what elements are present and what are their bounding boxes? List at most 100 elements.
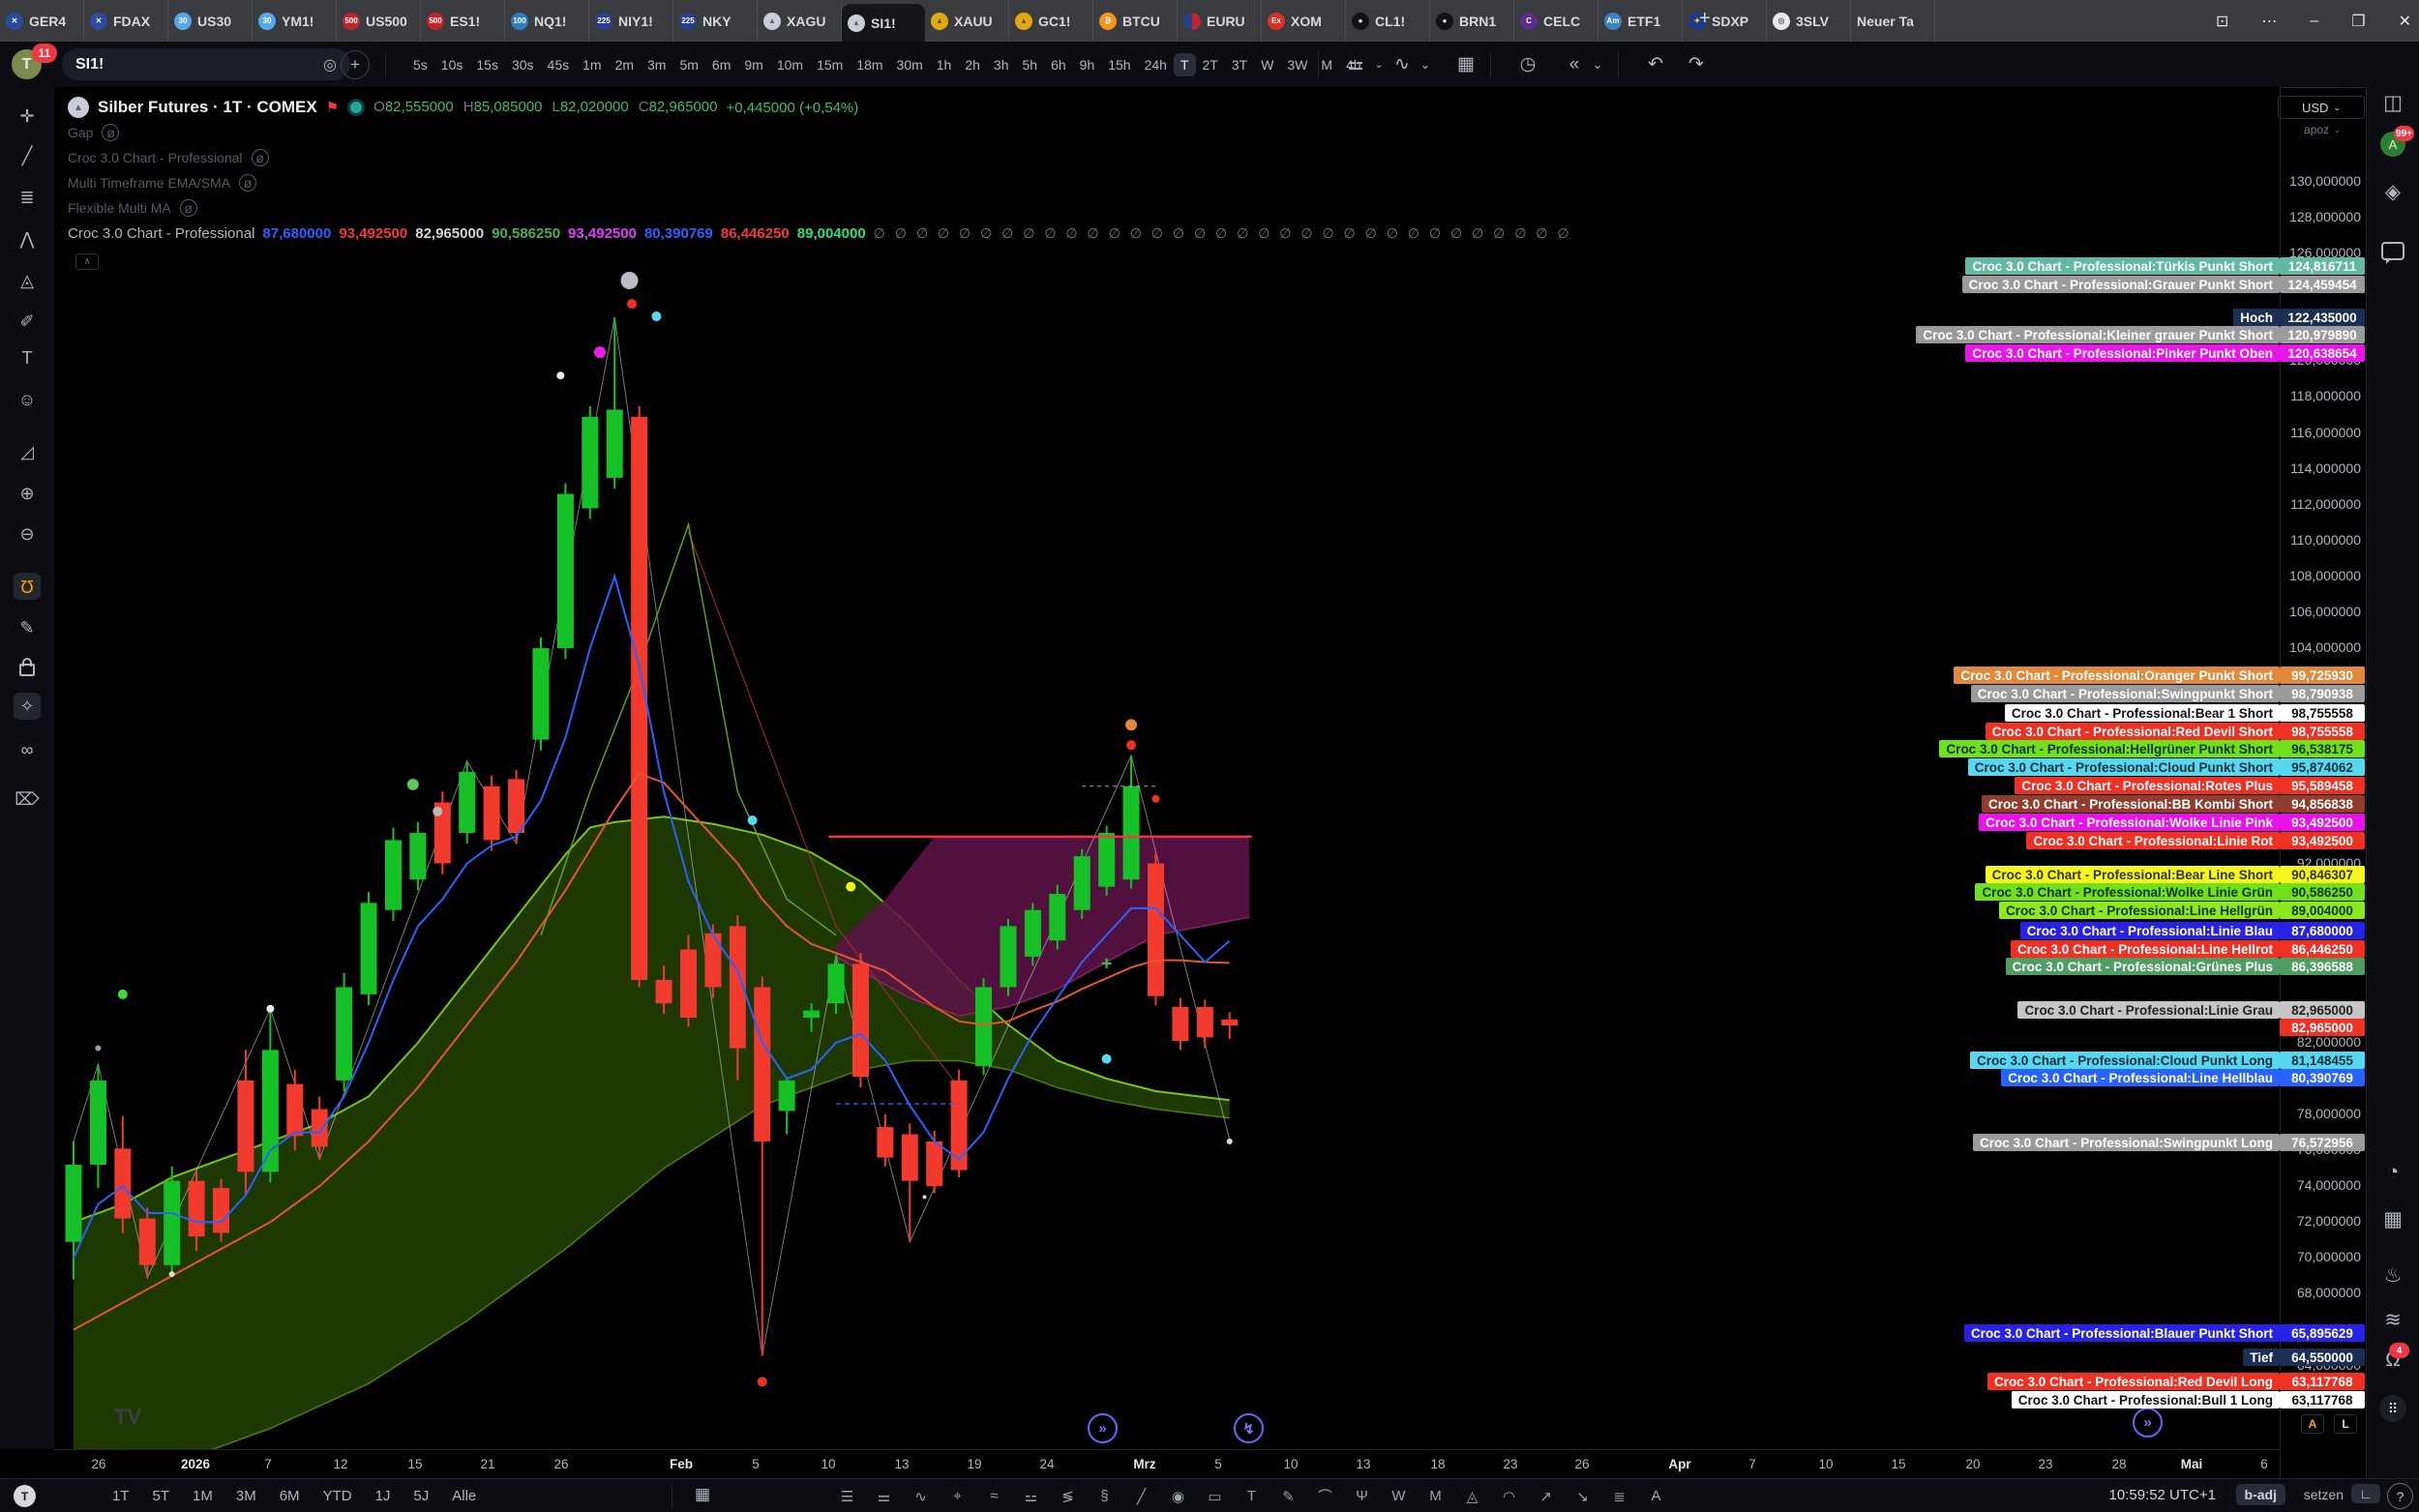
interval-30m[interactable]: 30m — [890, 53, 930, 76]
interval-9h[interactable]: 9h — [1073, 53, 1102, 76]
favorite-tool-icon[interactable]: W — [1389, 1488, 1409, 1504]
range-5j[interactable]: 5J — [402, 1484, 440, 1508]
more-icon[interactable]: ⋯ — [2261, 12, 2277, 31]
fib-tool-icon[interactable]: ≣ — [14, 184, 41, 211]
replay-icon[interactable]: « — [1558, 48, 1591, 80]
close-icon[interactable]: ✕ — [2399, 12, 2411, 31]
range-1m[interactable]: 1M — [181, 1484, 224, 1508]
magic-tool-icon[interactable]: ✧ — [14, 693, 41, 720]
apps-grid-icon[interactable]: ⠿ — [2379, 1395, 2406, 1422]
chart-canvas[interactable]: + — [54, 87, 2280, 1449]
browser-tab[interactable]: AmETF1 — [1598, 0, 1683, 42]
indicator-values-row[interactable]: Croc 3.0 Chart - Professional87,68000093… — [68, 221, 1572, 246]
favorite-tool-icon[interactable]: ↘ — [1572, 1488, 1593, 1505]
tv-logo-button[interactable]: T — [14, 1485, 36, 1507]
favorite-tool-icon[interactable]: ◉ — [1168, 1488, 1188, 1505]
interval-3m[interactable]: 3m — [641, 53, 672, 76]
browser-tab[interactable]: 100NQ1! — [505, 0, 589, 42]
browser-tab[interactable]: ₿BTCU — [1093, 0, 1178, 42]
layers-icon[interactable]: ◈ — [2385, 180, 2401, 204]
favorite-tool-icon[interactable]: T — [1241, 1488, 1262, 1504]
interval-24h[interactable]: 24h — [1138, 53, 1174, 76]
favorite-tool-icon[interactable]: ◬ — [1462, 1488, 1482, 1505]
undo-icon[interactable]: ↶ — [1639, 48, 1672, 80]
browser-tab[interactable]: ▲XAGU — [758, 0, 842, 42]
candles-type-icon[interactable]: ⚍ — [1339, 48, 1372, 80]
favorite-tool-icon[interactable]: ◠ — [1499, 1488, 1519, 1505]
interval-15s[interactable]: 15s — [469, 53, 505, 76]
favorite-tool-icon[interactable]: ☰ — [837, 1488, 857, 1505]
favorite-tool-icon[interactable]: ⌒ — [1315, 1486, 1335, 1506]
replay-caret-icon[interactable]: ⌄ — [1589, 48, 1606, 80]
favorite-tool-icon[interactable]: ✎ — [1278, 1488, 1299, 1505]
legend-collapse-button[interactable]: ∧ — [75, 253, 99, 270]
time-axis[interactable]: 262026712152126Feb510131924Mrz5101318232… — [54, 1449, 2280, 1479]
favorite-tool-icon[interactable]: § — [1094, 1488, 1115, 1504]
gauge-icon[interactable]: ◔ — [2387, 1161, 2400, 1184]
indicator-row[interactable]: Multi Timeframe EMA/SMAø — [68, 170, 1572, 195]
hidden-eye-icon[interactable]: ø — [252, 149, 269, 166]
trash-tool-icon[interactable]: ⌦ — [14, 786, 41, 813]
interval-t[interactable]: T — [1174, 53, 1196, 76]
favorite-tool-icon[interactable]: ↗ — [1536, 1488, 1556, 1505]
unit-dropdown[interactable]: apoz⌄ — [2280, 121, 2365, 138]
favorite-tool-icon[interactable]: ∿ — [911, 1488, 931, 1505]
interval-2t[interactable]: 2T — [1196, 53, 1225, 76]
browser-tab[interactable]: ExXOM — [1262, 0, 1346, 42]
hotlist-icon[interactable]: ♨ — [2384, 1263, 2403, 1288]
interval-18m[interactable]: 18m — [850, 53, 889, 76]
trendline-tool-icon[interactable]: ╱ — [14, 142, 41, 169]
zoom-out-tool-icon[interactable]: ⊖ — [14, 520, 41, 548]
scale-mode-button[interactable]: ∟ — [2351, 1484, 2380, 1503]
symbol-search[interactable]: SI1! ◎ — [62, 48, 350, 80]
interval-15h[interactable]: 15h — [1101, 53, 1137, 76]
ruler-tool-icon[interactable]: ◿ — [14, 438, 41, 465]
range-alle[interactable]: Alle — [440, 1484, 488, 1508]
add-symbol-button[interactable]: + — [341, 50, 370, 79]
indicators-caret-icon[interactable]: ⌄ — [1417, 48, 1434, 80]
range-1t[interactable]: 1T — [101, 1484, 141, 1508]
favorite-tool-icon[interactable]: ≈ — [984, 1488, 1004, 1504]
zoom-in-tool-icon[interactable]: ⊕ — [14, 480, 41, 507]
browser-tab[interactable]: 500US500 — [337, 0, 421, 42]
goto-date-icon[interactable]: ▦ — [695, 1485, 710, 1504]
interval-10m[interactable]: 10m — [770, 53, 810, 76]
browser-tab[interactable]: ✦SDXP — [1683, 0, 1767, 42]
emoji-tool-icon[interactable]: ☺ — [14, 386, 41, 413]
browser-tab[interactable]: ●CL1! — [1346, 0, 1430, 42]
hidden-eye-icon[interactable]: ø — [239, 174, 256, 192]
indicator-row[interactable]: Gapø — [68, 120, 1572, 145]
favorite-tool-icon[interactable]: ≣ — [1609, 1488, 1629, 1505]
draw-tool-icon[interactable]: ✎ — [14, 614, 41, 641]
calendar-icon[interactable]: ▦ — [2383, 1207, 2403, 1231]
interval-1m[interactable]: 1m — [576, 53, 608, 76]
favorite-tool-icon[interactable]: ▭ — [1205, 1488, 1225, 1505]
interval-3t[interactable]: 3T — [1225, 53, 1254, 76]
indicator-row[interactable]: Flexible Multi MAø — [68, 195, 1572, 221]
clock[interactable]: 10:59:52 UTC+1 — [2109, 1487, 2217, 1503]
interval-2h[interactable]: 2h — [958, 53, 987, 76]
scale-button-l[interactable]: L — [2334, 1414, 2357, 1434]
interval-5m[interactable]: 5m — [672, 53, 704, 76]
new-tab-button[interactable]: + — [1699, 8, 1711, 30]
indicator-row[interactable]: Croc 3.0 Chart - Professionalø — [68, 145, 1572, 170]
currency-dropdown[interactable]: USD⌄ — [2278, 96, 2365, 119]
magnet-tool-icon[interactable]: Ω — [14, 573, 41, 600]
projection-tool-icon[interactable]: ◬ — [14, 267, 41, 294]
favorite-tool-icon[interactable]: ╱ — [1131, 1488, 1151, 1505]
range-6m[interactable]: 6M — [268, 1484, 312, 1508]
favorite-tool-icon[interactable]: ≶ — [1058, 1488, 1078, 1505]
browser-tab[interactable]: ●BRN1 — [1430, 0, 1514, 42]
interval-45s[interactable]: 45s — [541, 53, 577, 76]
panel-icon[interactable]: ◫ — [2383, 91, 2403, 115]
streams-icon[interactable]: ≋ — [2384, 1308, 2402, 1332]
setzen-button[interactable]: setzen — [2304, 1487, 2344, 1502]
interval-6m[interactable]: 6m — [705, 53, 737, 76]
badj-toggle[interactable]: b-adj — [2236, 1484, 2285, 1505]
browser-tab[interactable]: ◎3SLV — [1767, 0, 1851, 42]
cast-icon[interactable]: ⊡ — [2216, 12, 2228, 31]
interval-w[interactable]: W — [1254, 53, 1280, 76]
minimize-icon[interactable]: – — [2310, 13, 2318, 30]
browser-tab[interactable]: 225NKY — [673, 0, 758, 42]
favorite-tool-icon[interactable]: ⌖ — [947, 1488, 968, 1504]
